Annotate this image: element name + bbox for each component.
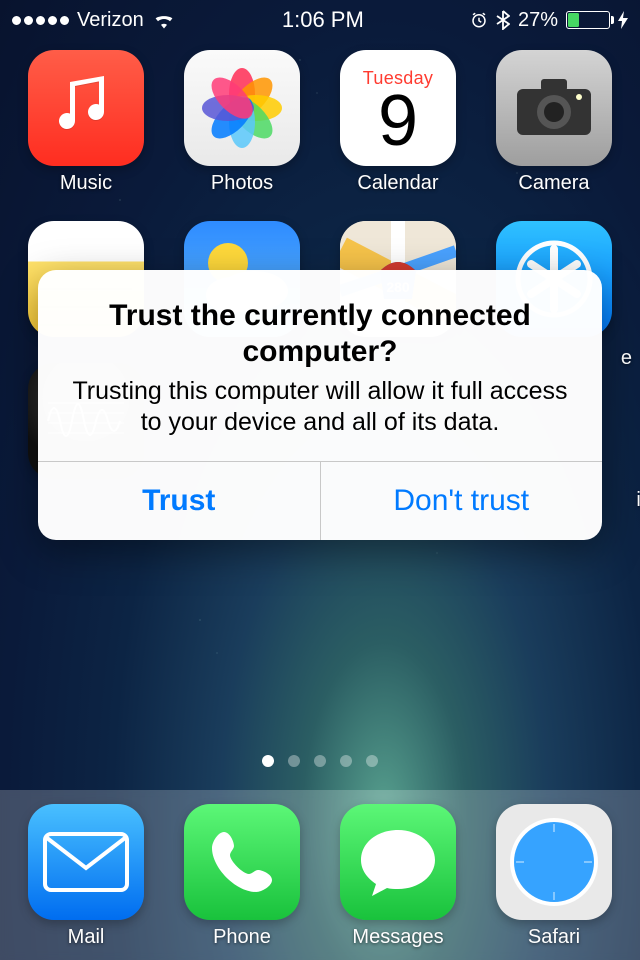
alert-message: Trusting this computer will allow it ful… [66,376,574,439]
dont-trust-button[interactable]: Don't trust [321,462,603,540]
trust-alert: Trust the currently connected computer? … [38,270,602,540]
alert-backdrop: Trust the currently connected computer? … [0,0,640,960]
trust-button[interactable]: Trust [38,462,321,540]
alert-buttons: Trust Don't trust [38,461,602,540]
alert-title: Trust the currently connected computer? [66,298,574,370]
